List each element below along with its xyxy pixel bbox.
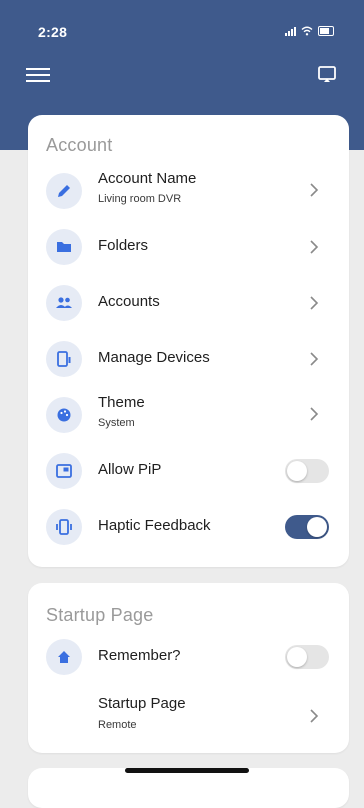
theme-label: Theme <box>98 394 145 411</box>
startup-page-value: Remote <box>98 719 137 731</box>
chevron-right-icon <box>310 240 319 254</box>
home-indicator[interactable] <box>125 768 249 773</box>
signal-icon <box>285 26 296 36</box>
folder-icon <box>46 229 82 265</box>
account-card: Account Account Name Living room DVR Fol… <box>28 115 349 567</box>
status-time: 2:28 <box>38 24 68 40</box>
cast-icon[interactable] <box>316 63 338 85</box>
haptic-feedback-label: Haptic Feedback <box>98 517 211 534</box>
startup-card: Startup Page Remember? Startup Page Remo… <box>28 583 349 753</box>
account-name-row[interactable]: Account Name Living room DVR <box>28 163 349 219</box>
people-icon <box>46 285 82 321</box>
accounts-row[interactable]: Accounts <box>28 275 349 331</box>
startup-page-label: Startup Page <box>98 695 186 712</box>
status-icons <box>285 26 334 36</box>
allow-pip-toggle[interactable] <box>285 459 329 483</box>
chevron-right-icon <box>310 296 319 310</box>
theme-row[interactable]: Theme System <box>28 387 349 443</box>
remember-label: Remember? <box>98 647 181 664</box>
chevron-right-icon <box>310 352 319 366</box>
pencil-icon <box>46 173 82 209</box>
section-title-account: Account <box>46 135 113 155</box>
startup-page-row[interactable]: Startup Page Remote <box>28 689 349 745</box>
haptic-feedback-row: Haptic Feedback <box>28 499 349 555</box>
allow-pip-label: Allow PiP <box>98 461 162 478</box>
account-name-value: Living room DVR <box>98 193 182 205</box>
chevron-right-icon <box>310 183 319 197</box>
accounts-label: Accounts <box>98 293 160 310</box>
remember-toggle[interactable] <box>285 645 329 669</box>
section-title-startup: Startup Page <box>46 605 154 625</box>
chevron-right-icon <box>310 709 319 723</box>
allow-pip-row: Allow PiP <box>28 443 349 499</box>
home-icon <box>46 639 82 675</box>
theme-value: System <box>98 417 135 429</box>
manage-devices-row[interactable]: Manage Devices <box>28 331 349 387</box>
hamburger-menu-icon[interactable] <box>26 64 50 84</box>
account-name-label: Account Name <box>98 170 197 187</box>
battery-icon <box>318 26 334 36</box>
remember-row: Remember? <box>28 629 349 685</box>
folders-row[interactable]: Folders <box>28 219 349 275</box>
haptic-feedback-toggle[interactable] <box>285 515 329 539</box>
devices-icon <box>46 341 82 377</box>
vibration-icon <box>46 509 82 545</box>
next-card <box>28 768 349 808</box>
wifi-icon <box>301 26 313 36</box>
manage-devices-label: Manage Devices <box>98 349 210 366</box>
status-bar: 2:28 <box>0 18 364 48</box>
chevron-right-icon <box>310 407 319 421</box>
folders-label: Folders <box>98 237 149 254</box>
palette-icon <box>46 397 82 433</box>
pip-icon <box>46 453 82 489</box>
